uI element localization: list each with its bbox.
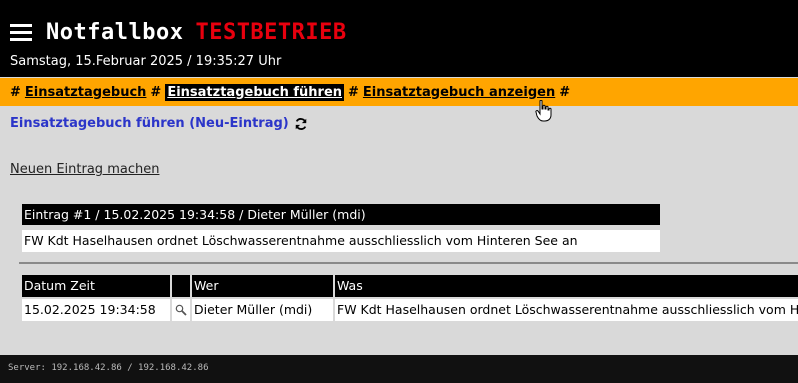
current-datetime: Samstag, 15.Februar 2025 / 19:35:27 Uhr xyxy=(10,54,282,69)
divider xyxy=(19,262,798,264)
column-header-wer: Wer xyxy=(192,275,333,297)
column-header-icon xyxy=(172,275,190,297)
entry-header: Eintrag #1 / 15.02.2025 19:34:58 / Diete… xyxy=(22,204,660,225)
new-entry-link[interactable]: Neuen Eintrag machen xyxy=(10,162,159,177)
column-header-datum-zeit: Datum Zeit xyxy=(22,275,170,297)
page-heading: Einsatztagebuch führen (Neu-Eintrag) xyxy=(10,116,308,131)
app-title: Notfallbox xyxy=(46,19,184,45)
table-row: 15.02.2025 19:34:58 Dieter Müller (mdi) … xyxy=(22,299,798,321)
magnifier-icon[interactable] xyxy=(175,304,187,316)
nav-link-einsatztagebuch[interactable]: Einsatztagebuch xyxy=(25,85,147,100)
table-header-row: Datum Zeit Wer Was xyxy=(22,275,798,297)
hand-pointer-cursor xyxy=(535,100,552,122)
cell-datum-zeit: 15.02.2025 19:34:58 xyxy=(22,299,170,321)
cell-wer: Dieter Müller (mdi) xyxy=(192,299,333,321)
hamburger-menu-icon[interactable] xyxy=(10,22,34,42)
server-info: Server: 192.168.42.86 / 192.168.42.86 xyxy=(8,363,209,373)
nav-link-einsatztagebuch-fuehren[interactable]: Einsatztagebuch führen xyxy=(165,83,345,101)
entry-body: FW Kdt Haselhausen ordnet Löschwasserent… xyxy=(22,230,660,252)
top-bar: Notfallbox TESTBETRIEB Samstag, 15.Febru… xyxy=(0,0,798,77)
refresh-icon[interactable] xyxy=(294,117,308,131)
page-heading-text: Einsatztagebuch führen (Neu-Eintrag) xyxy=(10,116,289,131)
entries-table: Datum Zeit Wer Was 15.02.2025 19:34:58 D… xyxy=(22,275,798,323)
title-row: Notfallbox TESTBETRIEB xyxy=(10,16,347,48)
footer-bar: Server: 192.168.42.86 / 192.168.42.86 xyxy=(0,355,798,383)
mode-label: TESTBETRIEB xyxy=(195,19,347,45)
nav-separator: # xyxy=(559,84,571,100)
nav-bar: # Einsatztagebuch # Einsatztagebuch führ… xyxy=(0,78,798,106)
nav-link-einsatztagebuch-anzeigen[interactable]: Einsatztagebuch anzeigen xyxy=(363,85,555,100)
nav-separator: # xyxy=(150,84,162,100)
nav-separator: # xyxy=(348,84,359,100)
column-header-was: Was xyxy=(335,275,798,297)
cell-details xyxy=(172,299,190,321)
nav-separator: # xyxy=(10,84,21,100)
cell-was: FW Kdt Haselhausen ordnet Löschwasserent… xyxy=(335,299,798,321)
